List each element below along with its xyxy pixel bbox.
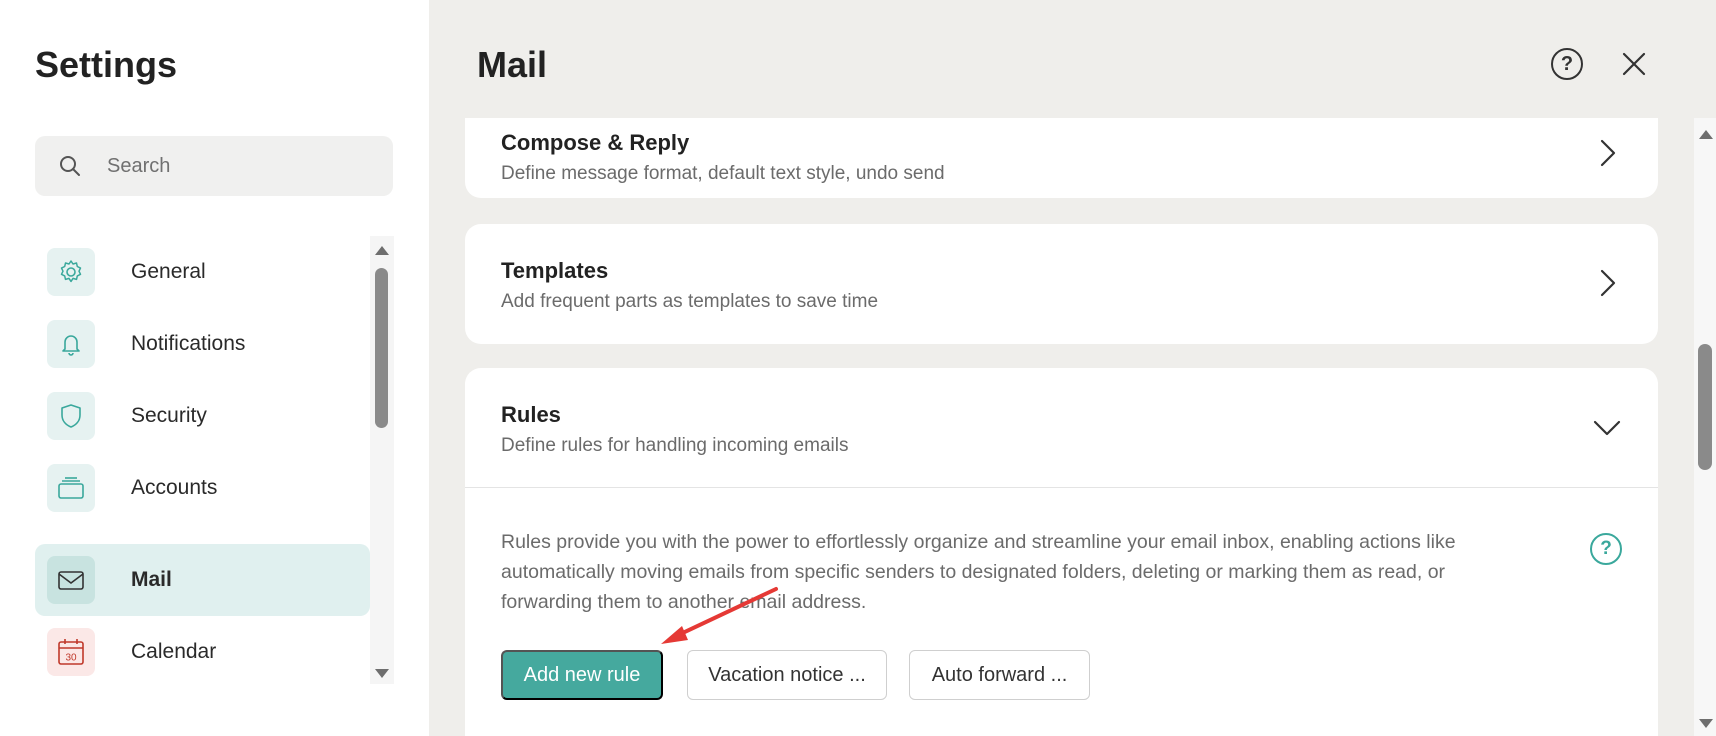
search-icon	[57, 153, 83, 179]
nav-label: Security	[131, 404, 207, 427]
calendar-day: 30	[65, 653, 77, 664]
scroll-thumb[interactable]	[375, 268, 388, 428]
bell-icon	[47, 320, 95, 368]
search-input[interactable]: Search	[35, 136, 393, 196]
nav-item-notifications[interactable]: Notifications	[35, 308, 370, 380]
add-new-rule-button[interactable]: Add new rule	[501, 650, 663, 700]
settings-nav: General Notifications Security Accounts …	[35, 236, 370, 684]
nav-label: Notifications	[131, 332, 246, 355]
section-rules: Rules Define rules for handling incoming…	[465, 368, 1658, 736]
scroll-up-icon[interactable]	[375, 246, 389, 255]
nav-item-general[interactable]: General	[35, 236, 370, 308]
section-title: Templates	[501, 258, 609, 283]
help-icon[interactable]: ?	[1551, 48, 1583, 80]
section-subtitle: Define message format, default text styl…	[501, 163, 945, 184]
sidebar-scrollbar[interactable]	[370, 236, 394, 684]
section-title: Rules	[501, 402, 561, 427]
mail-settings-content: Compose & Reply Define message format, d…	[429, 118, 1694, 736]
accounts-icon	[47, 464, 95, 512]
chevron-down-icon[interactable]	[1592, 412, 1622, 442]
scroll-down-icon[interactable]	[1699, 719, 1713, 728]
nav-item-calendar[interactable]: 30 Calendar	[35, 616, 370, 688]
section-subtitle: Define rules for handling incoming email…	[501, 435, 849, 456]
settings-sidebar: Settings Search General Notifications Se…	[0, 0, 429, 736]
chevron-right-icon	[1600, 269, 1616, 297]
nav-label: Accounts	[131, 476, 218, 499]
nav-label: General	[131, 260, 206, 283]
section-compose-reply[interactable]: Compose & Reply Define message format, d…	[465, 118, 1658, 198]
close-icon[interactable]	[1618, 48, 1650, 80]
page-title: Mail	[477, 44, 548, 85]
section-subtitle: Add frequent parts as templates to save …	[501, 291, 879, 312]
auto-forward-button[interactable]: Auto forward ...	[909, 650, 1090, 700]
nav-item-security[interactable]: Security	[35, 380, 370, 452]
vacation-notice-button[interactable]: Vacation notice ...	[687, 650, 887, 700]
nav-label: Mail	[131, 568, 172, 591]
rules-description: Rules provide you with the power to effo…	[501, 531, 1456, 613]
mail-icon	[47, 556, 95, 604]
shield-icon	[47, 392, 95, 440]
nav-item-accounts[interactable]: Accounts	[35, 452, 370, 524]
section-title: Compose & Reply	[501, 130, 690, 155]
nav-label: Calendar	[131, 640, 217, 663]
chevron-right-icon	[1600, 139, 1616, 167]
settings-title: Settings	[35, 44, 178, 85]
nav-item-mail[interactable]: Mail	[35, 544, 370, 616]
gear-icon	[47, 248, 95, 296]
scroll-thumb[interactable]	[1698, 344, 1712, 470]
rules-help-icon[interactable]: ?	[1590, 533, 1622, 565]
scroll-up-icon[interactable]	[1699, 130, 1713, 139]
main-scrollbar[interactable]	[1694, 118, 1716, 736]
section-templates[interactable]: Templates Add frequent parts as template…	[465, 224, 1658, 344]
search-placeholder: Search	[107, 154, 171, 177]
divider	[465, 487, 1658, 488]
scroll-down-icon[interactable]	[375, 669, 389, 678]
calendar-icon: 30	[47, 628, 95, 676]
